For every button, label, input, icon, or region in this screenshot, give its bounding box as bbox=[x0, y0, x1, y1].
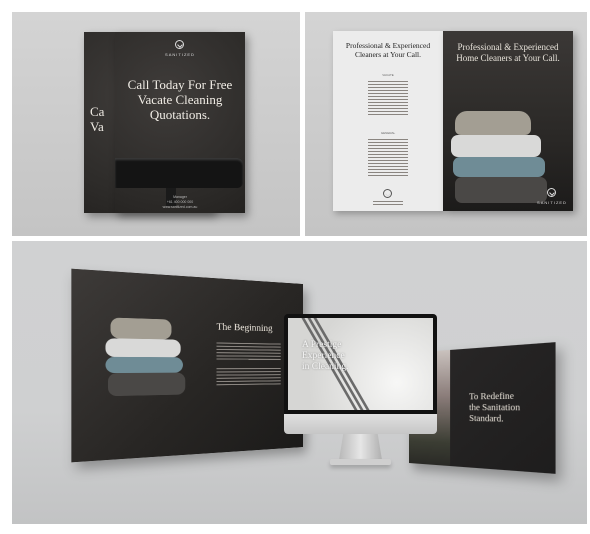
slide-title: To Redefine the Sanitation Standard. bbox=[469, 390, 545, 425]
imac-screen: A Prestige Experience in Cleaning. bbox=[288, 318, 433, 410]
vacuum-nozzle-image bbox=[115, 158, 245, 206]
brand-logo-icon bbox=[383, 189, 392, 198]
towel-image bbox=[455, 177, 547, 203]
title-line: the Sanitation bbox=[469, 402, 521, 413]
flyer-contact: Manager +61 400 000 000 www.sanitized.co… bbox=[115, 195, 245, 210]
towel-image bbox=[105, 356, 183, 374]
headline-line: Call Today For Free bbox=[127, 77, 233, 92]
flyer-mockup-panel: Ca Va SANITIZED Call Today For Free Vaca… bbox=[12, 12, 300, 236]
towel-image bbox=[110, 317, 172, 340]
service-list bbox=[368, 81, 408, 115]
slide-paragraph bbox=[216, 368, 281, 388]
brand-name: SANITIZED bbox=[537, 200, 567, 205]
imac-stand bbox=[339, 434, 382, 460]
brand-logo-icon bbox=[547, 188, 556, 197]
booklet-mockup-panel: Professional & Experienced Cleaners at Y… bbox=[305, 12, 587, 236]
title-line: A Prestige bbox=[302, 340, 342, 350]
flyer-headline: Call Today For Free Vacate Cleaning Quot… bbox=[119, 77, 241, 122]
slide-title: A Prestige Experience in Cleaning. bbox=[302, 340, 372, 373]
booklet-left-title: Professional & Experienced Cleaners at Y… bbox=[337, 41, 439, 59]
title-line: Professional & Experienced bbox=[345, 41, 431, 50]
section-heading: VACATE bbox=[382, 73, 394, 77]
booklet-left-page: Professional & Experienced Cleaners at Y… bbox=[333, 31, 443, 211]
title-line: Home Cleaners at Your Call. bbox=[456, 52, 560, 63]
title-line: in Cleaning. bbox=[302, 362, 349, 372]
booklet-right-page: Professional & Experienced Home Cleaners… bbox=[443, 31, 573, 211]
section-heading: GENERAL bbox=[380, 131, 396, 135]
towel-image bbox=[455, 111, 531, 135]
brand-logo-icon bbox=[175, 40, 184, 49]
booklet-right-title: Professional & Experienced Home Cleaners… bbox=[449, 42, 567, 63]
contact-line: www.sanitized.com.au bbox=[162, 205, 198, 209]
imac-device: A Prestige Experience in Cleaning. bbox=[284, 314, 437, 480]
towel-image bbox=[453, 157, 545, 177]
service-list bbox=[368, 139, 408, 177]
title-line: Professional & Experienced bbox=[457, 42, 559, 52]
headline-line: Vacate Cleaning bbox=[137, 92, 223, 107]
towel-image bbox=[107, 372, 186, 397]
title-line: Standard. bbox=[469, 413, 504, 424]
imac-chin bbox=[284, 414, 437, 434]
flyer-front: SANITIZED Call Today For Free Vacate Cle… bbox=[115, 32, 245, 213]
headline-line: Quotations. bbox=[149, 107, 211, 122]
towel-image bbox=[105, 338, 181, 358]
contact-text bbox=[373, 201, 403, 207]
title-line: Experience bbox=[302, 351, 345, 361]
imac-foot bbox=[330, 459, 391, 465]
title-line: Cleaners at Your Call. bbox=[354, 50, 422, 59]
slide-the-beginning: The Beginning bbox=[71, 268, 304, 463]
towel-image bbox=[451, 135, 541, 157]
title-line: To Redefine bbox=[469, 390, 514, 402]
slide-paragraph bbox=[216, 342, 281, 362]
presentation-mockup-panel: The Beginning To Redefine the Sanitation… bbox=[12, 241, 587, 524]
brand-name: SANITIZED bbox=[165, 52, 195, 57]
